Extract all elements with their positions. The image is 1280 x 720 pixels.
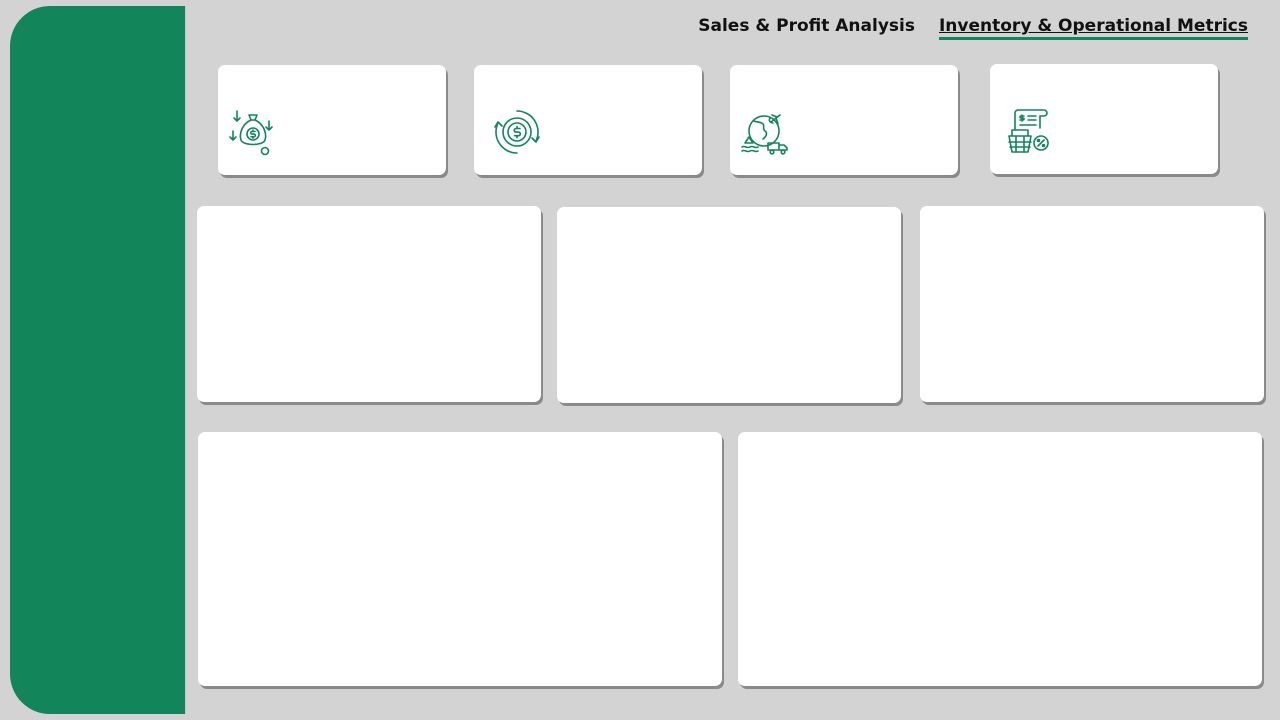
kpi-card-3 [730, 65, 958, 175]
chart-panel-4 [198, 432, 722, 686]
money-bag-down-arrows-icon [228, 107, 278, 157]
dollar-cycle-icon [492, 107, 542, 157]
page-nav: Sales & Profit Analysis Inventory & Oper… [698, 16, 1248, 40]
sidebar-panel [10, 6, 186, 714]
tab-inventory-operational-metrics[interactable]: Inventory & Operational Metrics [938, 16, 1248, 40]
kpi-card-1 [218, 65, 446, 175]
chart-panel-1 [197, 206, 541, 402]
chart-panel-5 [738, 432, 1262, 686]
sidebar-divider [185, 6, 186, 714]
chart-panel-3 [920, 206, 1264, 402]
tab-sales-profit-analysis[interactable]: Sales & Profit Analysis [698, 16, 915, 40]
kpi-card-2 [474, 65, 702, 175]
invoice-discount-icon [1006, 106, 1056, 156]
kpi-card-4 [990, 64, 1218, 174]
dashboard-root: Sales & Profit Analysis Inventory & Oper… [0, 0, 1280, 720]
chart-panel-2 [557, 207, 901, 403]
global-shipping-icon [740, 107, 790, 157]
